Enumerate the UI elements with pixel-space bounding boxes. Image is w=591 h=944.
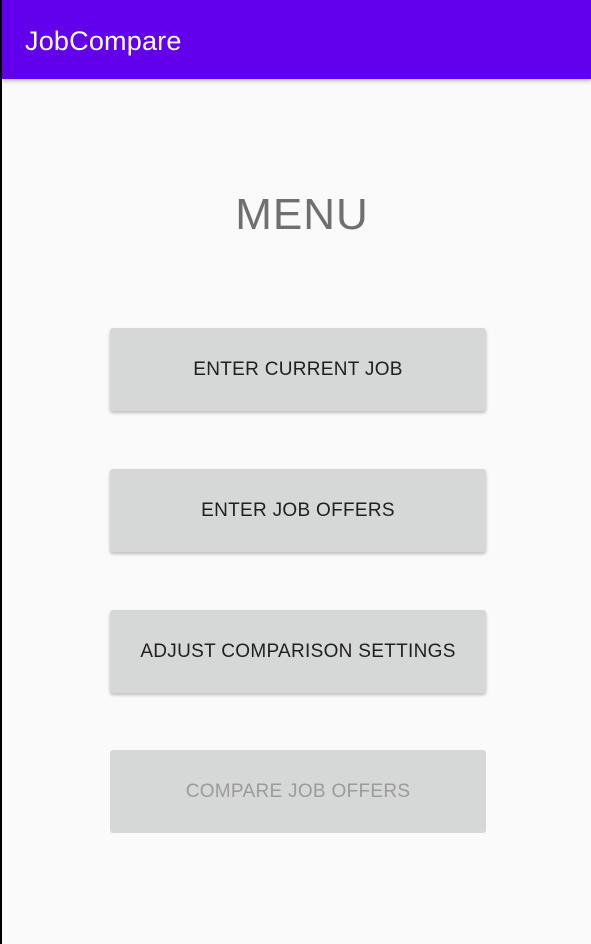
enter-current-job-button[interactable]: ENTER CURRENT JOB: [110, 328, 486, 411]
app-screen: JobCompare MENU ENTER CURRENT JOB ENTER …: [2, 0, 591, 944]
compare-job-offers-button: COMPARE JOB OFFERS: [110, 750, 486, 833]
app-title: JobCompare: [25, 26, 182, 56]
enter-job-offers-button[interactable]: ENTER JOB OFFERS: [110, 469, 486, 552]
menu-heading: MENU: [235, 190, 369, 239]
adjust-comparison-settings-button[interactable]: ADJUST COMPARISON SETTINGS: [110, 610, 486, 693]
app-bar: JobCompare: [2, 0, 591, 79]
